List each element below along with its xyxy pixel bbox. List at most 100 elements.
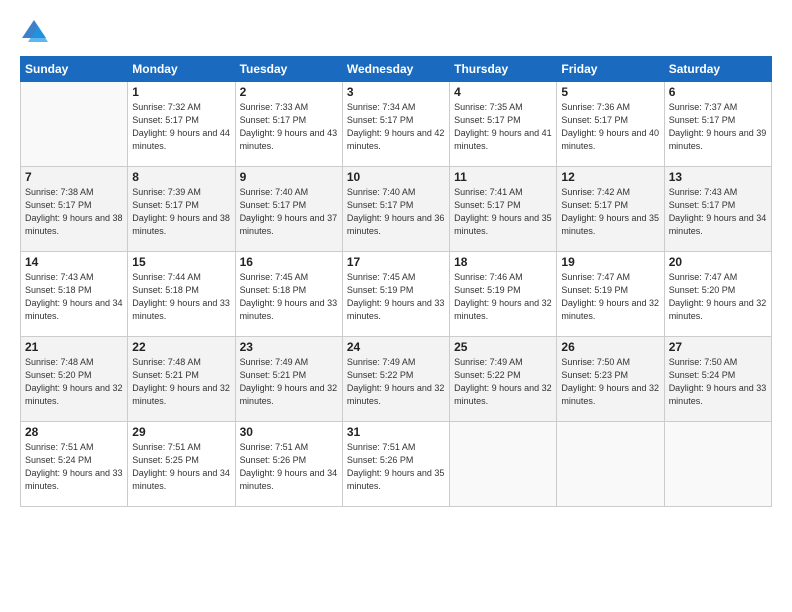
day-number: 20: [669, 255, 767, 269]
day-header-thursday: Thursday: [450, 57, 557, 82]
calendar-week-row: 1 Sunrise: 7:32 AMSunset: 5:17 PMDaylight…: [21, 82, 772, 167]
day-number: 13: [669, 170, 767, 184]
calendar-cell: 20 Sunrise: 7:47 AMSunset: 5:20 PMDayligh…: [664, 252, 771, 337]
day-number: 24: [347, 340, 445, 354]
day-number: 17: [347, 255, 445, 269]
calendar-cell: 15 Sunrise: 7:44 AMSunset: 5:18 PMDayligh…: [128, 252, 235, 337]
calendar-cell: 25 Sunrise: 7:49 AMSunset: 5:22 PMDayligh…: [450, 337, 557, 422]
day-info: Sunrise: 7:44 AMSunset: 5:18 PMDaylight:…: [132, 271, 230, 323]
day-info: Sunrise: 7:38 AMSunset: 5:17 PMDaylight:…: [25, 186, 123, 238]
day-number: 9: [240, 170, 338, 184]
calendar-cell: 30 Sunrise: 7:51 AMSunset: 5:26 PMDayligh…: [235, 422, 342, 507]
calendar-cell: [450, 422, 557, 507]
calendar-cell: [557, 422, 664, 507]
calendar-cell: 23 Sunrise: 7:49 AMSunset: 5:21 PMDayligh…: [235, 337, 342, 422]
day-info: Sunrise: 7:47 AMSunset: 5:20 PMDaylight:…: [669, 271, 767, 323]
day-number: 11: [454, 170, 552, 184]
header: [20, 18, 772, 46]
calendar-cell: 10 Sunrise: 7:40 AMSunset: 5:17 PMDayligh…: [342, 167, 449, 252]
day-number: 30: [240, 425, 338, 439]
calendar-cell: 21Sunrise: 7:48 AMSunset: 5:20 PMDayligh…: [21, 337, 128, 422]
calendar-cell: 14Sunrise: 7:43 AMSunset: 5:18 PMDayligh…: [21, 252, 128, 337]
day-header-sunday: Sunday: [21, 57, 128, 82]
day-number: 5: [561, 85, 659, 99]
day-number: 2: [240, 85, 338, 99]
day-info: Sunrise: 7:35 AMSunset: 5:17 PMDaylight:…: [454, 101, 552, 153]
calendar-cell: [664, 422, 771, 507]
day-info: Sunrise: 7:32 AMSunset: 5:17 PMDaylight:…: [132, 101, 230, 153]
day-number: 1: [132, 85, 230, 99]
calendar-week-row: 21Sunrise: 7:48 AMSunset: 5:20 PMDayligh…: [21, 337, 772, 422]
day-number: 14: [25, 255, 123, 269]
day-info: Sunrise: 7:40 AMSunset: 5:17 PMDaylight:…: [240, 186, 338, 238]
day-number: 7: [25, 170, 123, 184]
day-info: Sunrise: 7:43 AMSunset: 5:17 PMDaylight:…: [669, 186, 767, 238]
day-header-friday: Friday: [557, 57, 664, 82]
day-info: Sunrise: 7:51 AMSunset: 5:26 PMDaylight:…: [347, 441, 445, 493]
calendar-cell: [21, 82, 128, 167]
day-number: 18: [454, 255, 552, 269]
day-info: Sunrise: 7:39 AMSunset: 5:17 PMDaylight:…: [132, 186, 230, 238]
day-info: Sunrise: 7:34 AMSunset: 5:17 PMDaylight:…: [347, 101, 445, 153]
day-info: Sunrise: 7:49 AMSunset: 5:22 PMDaylight:…: [347, 356, 445, 408]
calendar-cell: 31 Sunrise: 7:51 AMSunset: 5:26 PMDayligh…: [342, 422, 449, 507]
calendar-cell: 29 Sunrise: 7:51 AMSunset: 5:25 PMDayligh…: [128, 422, 235, 507]
day-info: Sunrise: 7:50 AMSunset: 5:23 PMDaylight:…: [561, 356, 659, 408]
logo: [20, 18, 52, 46]
day-info: Sunrise: 7:49 AMSunset: 5:22 PMDaylight:…: [454, 356, 552, 408]
calendar-header-row: SundayMondayTuesdayWednesdayThursdayFrid…: [21, 57, 772, 82]
calendar-cell: 12 Sunrise: 7:42 AMSunset: 5:17 PMDayligh…: [557, 167, 664, 252]
day-number: 8: [132, 170, 230, 184]
day-number: 15: [132, 255, 230, 269]
calendar-week-row: 7 Sunrise: 7:38 AMSunset: 5:17 PMDaylight…: [21, 167, 772, 252]
calendar-cell: 5 Sunrise: 7:36 AMSunset: 5:17 PMDaylight…: [557, 82, 664, 167]
day-number: 16: [240, 255, 338, 269]
calendar-cell: 24 Sunrise: 7:49 AMSunset: 5:22 PMDayligh…: [342, 337, 449, 422]
calendar-cell: 6 Sunrise: 7:37 AMSunset: 5:17 PMDaylight…: [664, 82, 771, 167]
calendar-cell: 16Sunrise: 7:45 AMSunset: 5:18 PMDayligh…: [235, 252, 342, 337]
day-info: Sunrise: 7:36 AMSunset: 5:17 PMDaylight:…: [561, 101, 659, 153]
day-info: Sunrise: 7:51 AMSunset: 5:25 PMDaylight:…: [132, 441, 230, 493]
calendar-cell: 13 Sunrise: 7:43 AMSunset: 5:17 PMDayligh…: [664, 167, 771, 252]
calendar-cell: 2Sunrise: 7:33 AMSunset: 5:17 PMDaylight…: [235, 82, 342, 167]
calendar-cell: 1 Sunrise: 7:32 AMSunset: 5:17 PMDaylight…: [128, 82, 235, 167]
day-number: 31: [347, 425, 445, 439]
day-number: 10: [347, 170, 445, 184]
calendar-week-row: 28Sunrise: 7:51 AMSunset: 5:24 PMDayligh…: [21, 422, 772, 507]
day-number: 6: [669, 85, 767, 99]
day-info: Sunrise: 7:41 AMSunset: 5:17 PMDaylight:…: [454, 186, 552, 238]
day-info: Sunrise: 7:51 AMSunset: 5:26 PMDaylight:…: [240, 441, 338, 493]
calendar-cell: 17 Sunrise: 7:45 AMSunset: 5:19 PMDayligh…: [342, 252, 449, 337]
day-number: 22: [132, 340, 230, 354]
day-number: 29: [132, 425, 230, 439]
day-number: 23: [240, 340, 338, 354]
day-number: 28: [25, 425, 123, 439]
calendar-cell: 3Sunrise: 7:34 AMSunset: 5:17 PMDaylight…: [342, 82, 449, 167]
day-header-wednesday: Wednesday: [342, 57, 449, 82]
day-header-tuesday: Tuesday: [235, 57, 342, 82]
calendar-cell: 8 Sunrise: 7:39 AMSunset: 5:17 PMDaylight…: [128, 167, 235, 252]
calendar-cell: 22 Sunrise: 7:48 AMSunset: 5:21 PMDayligh…: [128, 337, 235, 422]
calendar-cell: 28Sunrise: 7:51 AMSunset: 5:24 PMDayligh…: [21, 422, 128, 507]
calendar-cell: 11 Sunrise: 7:41 AMSunset: 5:17 PMDayligh…: [450, 167, 557, 252]
day-info: Sunrise: 7:42 AMSunset: 5:17 PMDaylight:…: [561, 186, 659, 238]
day-info: Sunrise: 7:40 AMSunset: 5:17 PMDaylight:…: [347, 186, 445, 238]
day-header-saturday: Saturday: [664, 57, 771, 82]
day-header-monday: Monday: [128, 57, 235, 82]
day-info: Sunrise: 7:37 AMSunset: 5:17 PMDaylight:…: [669, 101, 767, 153]
day-info: Sunrise: 7:45 AMSunset: 5:19 PMDaylight:…: [347, 271, 445, 323]
day-info: Sunrise: 7:46 AMSunset: 5:19 PMDaylight:…: [454, 271, 552, 323]
day-info: Sunrise: 7:48 AMSunset: 5:21 PMDaylight:…: [132, 356, 230, 408]
calendar-cell: 19Sunrise: 7:47 AMSunset: 5:19 PMDayligh…: [557, 252, 664, 337]
day-number: 25: [454, 340, 552, 354]
day-info: Sunrise: 7:50 AMSunset: 5:24 PMDaylight:…: [669, 356, 767, 408]
calendar-table: SundayMondayTuesdayWednesdayThursdayFrid…: [20, 56, 772, 507]
calendar-cell: 7 Sunrise: 7:38 AMSunset: 5:17 PMDaylight…: [21, 167, 128, 252]
calendar-cell: 27 Sunrise: 7:50 AMSunset: 5:24 PMDayligh…: [664, 337, 771, 422]
calendar-cell: 26Sunrise: 7:50 AMSunset: 5:23 PMDayligh…: [557, 337, 664, 422]
day-number: 12: [561, 170, 659, 184]
day-number: 27: [669, 340, 767, 354]
day-info: Sunrise: 7:49 AMSunset: 5:21 PMDaylight:…: [240, 356, 338, 408]
day-number: 19: [561, 255, 659, 269]
day-number: 21: [25, 340, 123, 354]
